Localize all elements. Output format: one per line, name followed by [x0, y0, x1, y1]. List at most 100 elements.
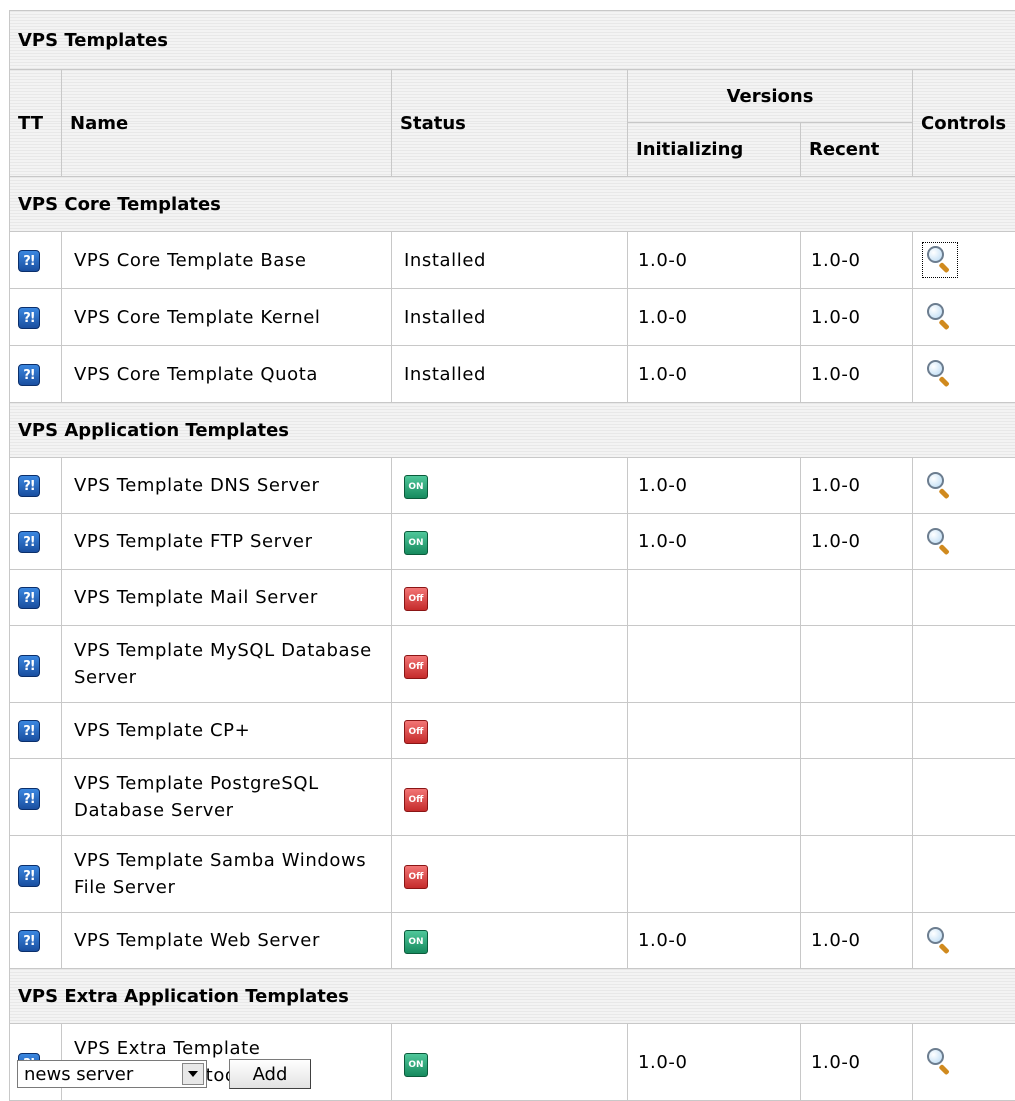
status-off-icon[interactable]: Off [404, 587, 428, 611]
add-button[interactable]: Add [229, 1059, 311, 1089]
status-cell: ON [392, 1024, 628, 1101]
tt-cell: ?! [10, 836, 62, 913]
magnifier-handle [938, 262, 949, 273]
status-off-icon[interactable]: Off [404, 788, 428, 812]
help-icon[interactable]: ?! [18, 587, 40, 609]
controls-cell [913, 514, 1015, 570]
magnifier-icon[interactable] [925, 245, 955, 275]
controls-cell [913, 346, 1015, 403]
help-icon[interactable]: ?! [18, 364, 40, 386]
section-row: VPS Extra Application Templates [10, 969, 1015, 1024]
tt-cell: ?! [10, 232, 62, 289]
tt-cell: ?! [10, 626, 62, 703]
status-cell: ON [392, 913, 628, 969]
column-header-status: Status [392, 70, 628, 177]
magnifier-handle [938, 376, 949, 387]
tt-cell: ?! [10, 514, 62, 570]
version-recent: 1.0-0 [801, 514, 913, 570]
help-icon[interactable]: ?! [18, 930, 40, 952]
template-name: VPS Template CP+ [62, 703, 392, 759]
template-name: VPS Template Web Server [62, 913, 392, 969]
controls-cell [913, 1024, 1015, 1101]
controls-cell [913, 913, 1015, 969]
help-icon[interactable]: ?! [18, 250, 40, 272]
version-initializing [628, 626, 801, 703]
status-on-icon[interactable]: ON [404, 531, 428, 555]
help-icon[interactable]: ?! [18, 788, 40, 810]
controls-cell [913, 703, 1015, 759]
table-row: ?!VPS Core Template BaseInstalled1.0-01.… [10, 232, 1015, 289]
templates-table-body: VPS Core Templates?!VPS Core Template Ba… [10, 177, 1015, 1101]
column-header-controls: Controls [913, 70, 1015, 177]
controls-cell [913, 836, 1015, 913]
table-row: ?!VPS Template FTP ServerON1.0-01.0-0 [10, 514, 1015, 570]
status-off-icon[interactable]: Off [404, 865, 428, 889]
version-initializing: 1.0-0 [628, 346, 801, 403]
status-off-icon[interactable]: Off [404, 720, 428, 744]
version-recent: 1.0-0 [801, 1024, 913, 1101]
status-on-icon[interactable]: ON [404, 930, 428, 954]
magnifier-icon[interactable] [925, 926, 955, 956]
controls-cell [913, 570, 1015, 626]
status-off-icon[interactable]: Off [404, 655, 428, 679]
magnifier-icon[interactable] [925, 527, 955, 557]
section-title: VPS Application Templates [10, 403, 1015, 458]
section-title: VPS Core Templates [10, 177, 1015, 232]
magnifier-icon[interactable] [925, 471, 955, 501]
help-icon[interactable]: ?! [18, 475, 40, 497]
template-select-value: news server [24, 1064, 182, 1085]
table-row: ?!VPS Template PostgreSQL Database Serve… [10, 759, 1015, 836]
chevron-down-icon[interactable] [182, 1063, 204, 1085]
table-row: ?!VPS Core Template KernelInstalled1.0-0… [10, 289, 1015, 346]
version-initializing: 1.0-0 [628, 458, 801, 514]
magnifier-lens [927, 528, 944, 545]
help-icon[interactable]: ?! [18, 865, 40, 887]
table-row: ?! VPS Template CP+ Off [10, 703, 1015, 759]
column-header-tt: TT [10, 70, 62, 177]
section-title: VPS Extra Application Templates [10, 969, 1015, 1024]
help-icon[interactable]: ?! [18, 655, 40, 677]
version-initializing: 1.0-0 [628, 232, 801, 289]
tt-cell: ?! [10, 570, 62, 626]
version-initializing [628, 759, 801, 836]
version-recent: 1.0-0 [801, 346, 913, 403]
controls-cell [913, 458, 1015, 514]
magnifier-icon[interactable] [925, 302, 955, 332]
version-recent: 1.0-0 [801, 232, 913, 289]
tt-cell: ?! [10, 703, 62, 759]
section-row: VPS Core Templates [10, 177, 1015, 232]
template-select[interactable]: news server [17, 1060, 207, 1088]
table-row: ?! VPS Template MySQL Database Server Off [10, 626, 1015, 703]
template-name: VPS Template Samba Windows File Server [62, 836, 392, 913]
magnifier-handle [938, 319, 949, 330]
controls-cell [913, 626, 1015, 703]
tt-cell: ?! [10, 289, 62, 346]
status-on-icon[interactable]: ON [404, 475, 428, 499]
magnifier-icon[interactable] [925, 359, 955, 389]
help-icon[interactable]: ?! [18, 307, 40, 329]
status-text: Installed [404, 307, 486, 328]
panel-title: VPS Templates [10, 11, 1015, 70]
version-recent: 1.0-0 [801, 913, 913, 969]
version-recent: 1.0-0 [801, 458, 913, 514]
help-icon[interactable]: ?! [18, 720, 40, 742]
status-cell: Off [392, 836, 628, 913]
magnifier-lens [927, 927, 944, 944]
status-cell: ON [392, 458, 628, 514]
template-name: VPS Template Mail Server [62, 570, 392, 626]
version-recent [801, 703, 913, 759]
help-icon[interactable]: ?! [18, 531, 40, 553]
template-name: VPS Template MySQL Database Server [62, 626, 392, 703]
magnifier-handle [938, 488, 949, 499]
column-header-name: Name [62, 70, 392, 177]
controls-cell [913, 289, 1015, 346]
templates-table: VPS Templates TT Name Status Versions Co… [9, 10, 1015, 1101]
table-row: ?!VPS Template DNS ServerON1.0-01.0-0 [10, 458, 1015, 514]
status-cell: Off [392, 703, 628, 759]
column-header-initializing: Initializing [628, 123, 801, 177]
status-text: Installed [404, 364, 486, 385]
controls-cell [913, 232, 1015, 289]
status-on-icon[interactable]: ON [404, 1053, 428, 1077]
magnifier-icon[interactable] [925, 1047, 955, 1077]
magnifier-lens [927, 472, 944, 489]
